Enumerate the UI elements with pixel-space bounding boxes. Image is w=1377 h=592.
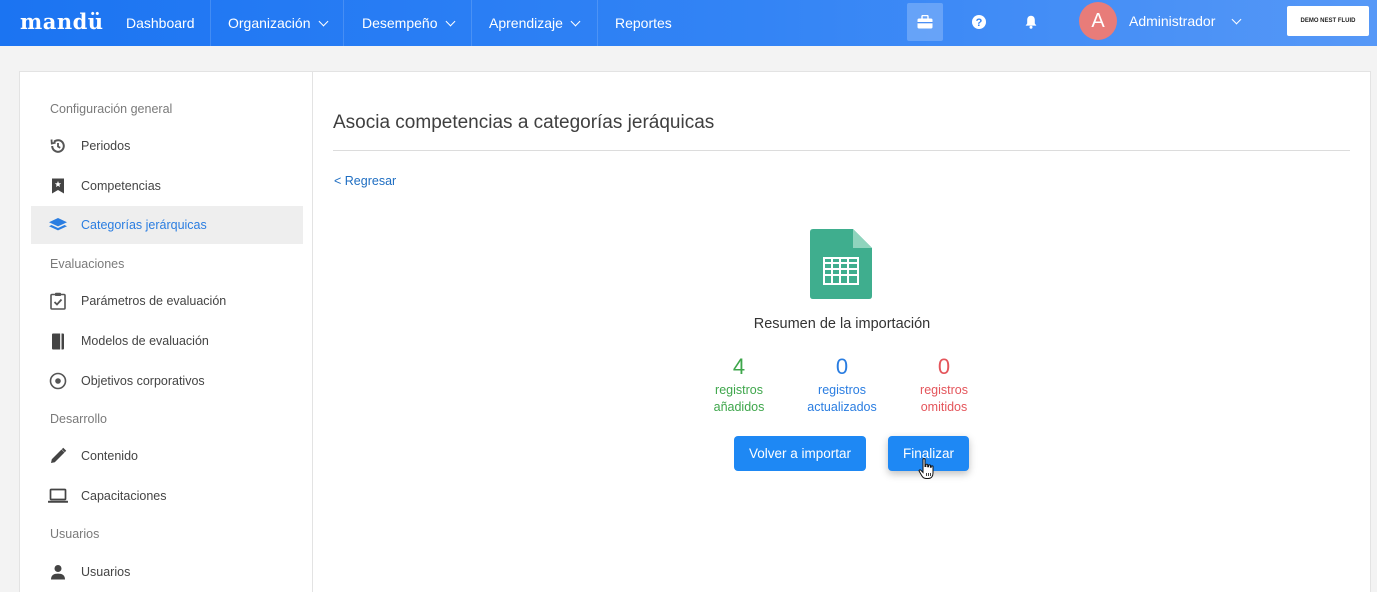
nav-reportes-label: Reportes [615, 15, 672, 31]
chevron-down-icon [570, 16, 581, 27]
settings-sidebar: Configuración general Periodos Competenc… [20, 72, 313, 592]
main-panel: Asocia competencias a categorías jeráqui… [313, 72, 1371, 592]
nav-desempeno-label: Desempeño [362, 15, 438, 31]
stat-added: 4 registros añadidos [679, 354, 799, 416]
help-icon: ? [972, 15, 986, 29]
stat-omitted: 0 registros omitidos [884, 354, 1004, 416]
chevron-down-icon [318, 16, 328, 27]
sidebar-item-label: Categorías jerárquicas [81, 218, 207, 232]
mandu-logo[interactable]: mandü [20, 9, 104, 34]
user-avatar[interactable]: A [1079, 2, 1117, 40]
target-icon [48, 371, 68, 391]
stat-added-value: 4 [732, 354, 746, 379]
briefcase-button[interactable] [907, 3, 943, 41]
import-summary-title: Resumen de la importación [753, 316, 931, 332]
sidebar-item-periodos[interactable]: Periodos [31, 127, 303, 165]
title-divider [333, 150, 1350, 151]
help-button[interactable]: ? [961, 3, 997, 41]
chevron-down-icon[interactable] [1231, 14, 1242, 25]
top-navigation-bar: mandü Dashboard Organización Desempeño A… [0, 0, 1377, 46]
company-logo-badge[interactable]: DEMO NEST FLUID [1287, 6, 1369, 36]
section-title-desarrollo: Desarrollo [50, 412, 107, 426]
sidebar-item-competencias[interactable]: Competencias [31, 167, 303, 205]
chevron-down-icon [445, 16, 455, 27]
section-title-configuracion-general: Configuración general [50, 102, 173, 116]
book-icon [48, 331, 68, 351]
sidebar-item-contenido[interactable]: Contenido [31, 437, 303, 475]
sidebar-item-label: Objetivos corporativos [81, 374, 205, 388]
sidebar-item-label: Capacitaciones [81, 489, 167, 503]
bookmark-icon [48, 176, 68, 196]
nav-dashboard[interactable]: Dashboard [126, 0, 195, 46]
nav-separator [471, 0, 472, 46]
nav-aprendizaje[interactable]: Aprendizaje [489, 0, 581, 46]
person-icon [48, 562, 68, 582]
content-card: Configuración general Periodos Competenc… [19, 71, 1371, 592]
stat-omitted-value: 0 [937, 354, 951, 379]
sidebar-item-label: Contenido [81, 449, 138, 463]
reimport-button[interactable]: Volver a importar [734, 436, 867, 471]
sidebar-item-label: Modelos de evaluación [81, 334, 209, 348]
nav-separator [210, 0, 211, 46]
hand-pointer-cursor [918, 458, 936, 485]
laptop-icon [48, 486, 68, 506]
checklist-icon [48, 291, 68, 311]
briefcase-icon [917, 15, 933, 29]
user-name[interactable]: Administrador [1129, 0, 1215, 42]
nav-dashboard-label: Dashboard [126, 15, 195, 31]
sidebar-item-label: Competencias [81, 179, 161, 193]
stat-omitted-label-line1: registros [920, 383, 968, 397]
sidebar-item-categorias-jerarquicas[interactable]: Categorías jerárquicas [31, 206, 303, 244]
svg-text:?: ? [976, 17, 983, 29]
nav-organizacion[interactable]: Organización [228, 0, 328, 46]
section-title-evaluaciones: Evaluaciones [50, 257, 125, 271]
stat-added-label-line1: registros [715, 383, 763, 397]
bell-icon [1025, 15, 1037, 29]
nav-separator [597, 0, 598, 46]
page-title: Asocia competencias a categorías jeráqui… [333, 112, 715, 133]
sidebar-item-capacitaciones[interactable]: Capacitaciones [31, 477, 303, 515]
sidebar-item-modelos-evaluacion[interactable]: Modelos de evaluación [31, 322, 303, 360]
sidebar-item-objetivos-corporativos[interactable]: Objetivos corporativos [31, 362, 303, 400]
nav-reportes[interactable]: Reportes [615, 0, 672, 46]
notifications-button[interactable] [1013, 3, 1049, 41]
pencil-icon [48, 446, 68, 466]
spreadsheet-file-icon [810, 229, 872, 304]
nav-separator [343, 0, 344, 46]
nav-aprendizaje-label: Aprendizaje [489, 15, 563, 31]
stat-added-label-line2: añadidos [713, 400, 765, 414]
sidebar-item-usuarios[interactable]: Usuarios [31, 553, 303, 591]
back-link[interactable]: < Regresar [334, 174, 396, 188]
sidebar-item-label: Parámetros de evaluación [81, 294, 227, 308]
stat-omitted-label-line2: omitidos [920, 400, 968, 414]
sidebar-item-parametros-evaluacion[interactable]: Parámetros de evaluación [31, 282, 303, 320]
nav-organizacion-label: Organización [228, 15, 311, 31]
section-title-usuarios: Usuarios [50, 527, 100, 541]
history-icon [48, 136, 68, 156]
nav-desempeno[interactable]: Desempeño [362, 0, 455, 46]
layers-icon [48, 215, 68, 235]
sidebar-item-label: Usuarios [81, 565, 131, 579]
sidebar-item-label: Periodos [81, 139, 131, 153]
